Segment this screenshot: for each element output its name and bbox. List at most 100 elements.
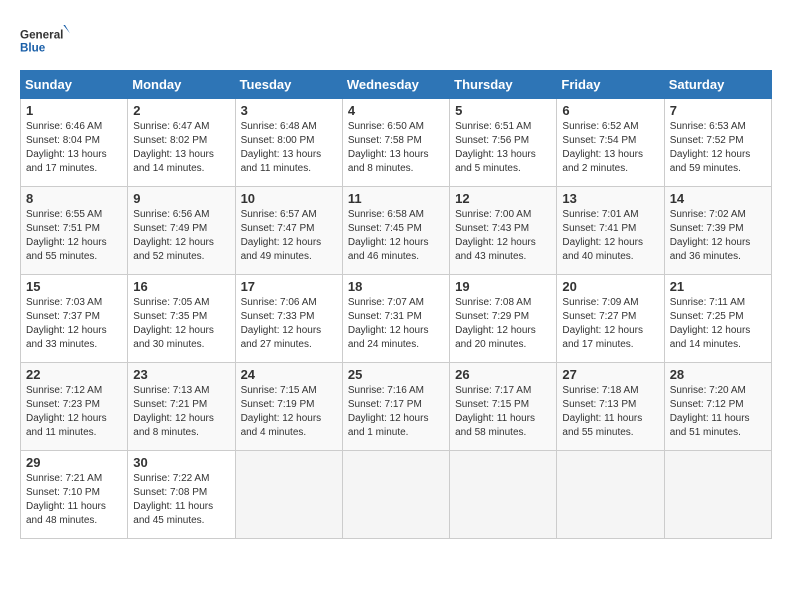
day-number: 23: [133, 367, 229, 382]
weekday-header-tuesday: Tuesday: [235, 71, 342, 99]
day-info: Sunrise: 7:06 AM Sunset: 7:33 PM Daylight:…: [241, 296, 337, 352]
sunrise: Sunrise: 7:02 AM: [670, 209, 746, 220]
daylight: Daylight: 12 hours and 27 minutes.: [241, 325, 322, 350]
daylight: Daylight: 12 hours and 11 minutes.: [26, 413, 107, 438]
day-number: 13: [562, 191, 658, 206]
sunset: Sunset: 7:45 PM: [348, 223, 422, 234]
sunset: Sunset: 7:37 PM: [26, 311, 100, 322]
calendar-cell: 3Sunrise: 6:48 AMSunset: 8:00 PMDaylight…: [235, 99, 342, 187]
day-number: 4: [348, 103, 444, 118]
daylight: Daylight: 12 hours and 14 minutes.: [670, 325, 751, 350]
calendar-cell: 6Sunrise: 6:52 AMSunset: 7:54 PMDaylight…: [557, 99, 664, 187]
daylight: Daylight: 12 hours and 40 minutes.: [562, 237, 643, 262]
day-info: Sunrise: 6:48 AMSunset: 8:00 PMDaylight:…: [241, 120, 337, 176]
sunrise: Sunrise: 7:15 AM: [241, 385, 317, 396]
weekday-header-sunday: Sunday: [21, 71, 128, 99]
calendar-cell: 15Sunrise: 7:03 AMSunset: 7:37 PMDayligh…: [21, 275, 128, 363]
daylight: Daylight: 12 hours and 24 minutes.: [348, 325, 429, 350]
day-number: 18: [348, 279, 444, 294]
day-number: 2: [133, 103, 229, 118]
day-info: Sunrise: 6:46 AMSunset: 8:04 PMDaylight:…: [26, 120, 122, 176]
daylight: Daylight: 12 hours and 4 minutes.: [241, 413, 322, 438]
day-info: Sunrise: 7:07 AMSunset: 7:31 PMDaylight:…: [348, 296, 444, 352]
calendar-cell: 5Sunrise: 6:51 AMSunset: 7:56 PMDaylight…: [450, 99, 557, 187]
calendar-cell: [664, 451, 771, 539]
calendar-cell: 30Sunrise: 7:22 AMSunset: 7:08 PMDayligh…: [128, 451, 235, 539]
day-number: 11: [348, 191, 444, 206]
calendar-cell: 2Sunrise: 6:47 AMSunset: 8:02 PMDaylight…: [128, 99, 235, 187]
day-info: Sunrise: 6:52 AMSunset: 7:54 PMDaylight:…: [562, 120, 658, 176]
page-header: General Blue: [20, 20, 772, 60]
calendar-cell: 17Sunrise: 7:06 AMSunset: 7:33 PMDayligh…: [235, 275, 342, 363]
sunset: Sunset: 7:23 PM: [26, 399, 100, 410]
sunset: Sunset: 7:33 PM: [241, 311, 315, 322]
sunset: Sunset: 7:19 PM: [241, 399, 315, 410]
day-info: Sunrise: 7:12 AMSunset: 7:23 PMDaylight:…: [26, 384, 122, 440]
sunrise: Sunrise: 7:06 AM: [241, 297, 317, 308]
day-info: Sunrise: 6:58 AMSunset: 7:45 PMDaylight:…: [348, 208, 444, 264]
calendar-cell: 26Sunrise: 7:17 AMSunset: 7:15 PMDayligh…: [450, 363, 557, 451]
sunset: Sunset: 7:25 PM: [670, 311, 744, 322]
sunset: Sunset: 7:49 PM: [133, 223, 207, 234]
daylight: Daylight: 12 hours and 1 minute.: [348, 413, 429, 438]
daylight: Daylight: 12 hours and 8 minutes.: [133, 413, 214, 438]
calendar-cell: 1Sunrise: 6:46 AMSunset: 8:04 PMDaylight…: [21, 99, 128, 187]
day-info: Sunrise: 7:00 AMSunset: 7:43 PMDaylight:…: [455, 208, 551, 264]
day-info: Sunrise: 7:02 AMSunset: 7:39 PMDaylight:…: [670, 208, 766, 264]
weekday-header-friday: Friday: [557, 71, 664, 99]
sunset: Sunset: 7:52 PM: [670, 135, 744, 146]
sunrise: Sunrise: 6:56 AM: [133, 209, 209, 220]
day-number: 20: [562, 279, 658, 294]
sunrise: Sunrise: 7:20 AM: [670, 385, 746, 396]
sunset: Sunset: 7:10 PM: [26, 487, 100, 498]
day-number: 30: [133, 455, 229, 470]
sunset: Sunset: 7:13 PM: [562, 399, 636, 410]
logo: General Blue: [20, 20, 70, 60]
sunset: Sunset: 8:04 PM: [26, 135, 100, 146]
calendar-cell: 12 Sunrise: 7:00 AMSunset: 7:43 PMDayligh…: [450, 187, 557, 275]
sunrise: Sunrise: 7:05 AM: [133, 297, 209, 308]
day-number: 16: [133, 279, 229, 294]
sunrise: Sunrise: 6:51 AM: [455, 121, 531, 132]
day-info: Sunrise: 7:21 AMSunset: 7:10 PMDaylight:…: [26, 472, 122, 528]
day-number: 25: [348, 367, 444, 382]
calendar-cell: 22Sunrise: 7:12 AMSunset: 7:23 PMDayligh…: [21, 363, 128, 451]
day-number: 9: [133, 191, 229, 206]
day-number: 12: [455, 191, 551, 206]
sunrise: Sunrise: 6:52 AM: [562, 121, 638, 132]
sunrise: Sunrise: 7:07 AM: [348, 297, 424, 308]
svg-text:General: General: [20, 28, 63, 41]
sunset: Sunset: 7:21 PM: [133, 399, 207, 410]
sunrise: Sunrise: 7:08 AM: [455, 297, 531, 308]
sunset: Sunset: 7:12 PM: [670, 399, 744, 410]
day-number: 8: [26, 191, 122, 206]
day-info: Sunrise: 7:18 AMSunset: 7:13 PMDaylight:…: [562, 384, 658, 440]
sunrise: Sunrise: 7:03 AM: [26, 297, 102, 308]
calendar-cell: 23 Sunrise: 7:13 AMSunset: 7:21 PMDayligh…: [128, 363, 235, 451]
daylight: Daylight: 12 hours and 59 minutes.: [670, 149, 751, 174]
calendar-cell: [557, 451, 664, 539]
sunrise: Sunrise: 7:17 AM: [455, 385, 531, 396]
day-info: Sunrise: 7:05 AMSunset: 7:35 PMDaylight:…: [133, 296, 229, 352]
sunset: Sunset: 7:47 PM: [241, 223, 315, 234]
calendar-row: 22Sunrise: 7:12 AMSunset: 7:23 PMDayligh…: [21, 363, 772, 451]
daylight: Daylight: 12 hours and 36 minutes.: [670, 237, 751, 262]
calendar-cell: 19Sunrise: 7:08 AMSunset: 7:29 PMDayligh…: [450, 275, 557, 363]
sunset: Sunset: 7:15 PM: [455, 399, 529, 410]
calendar-cell: 20Sunrise: 7:09 AMSunset: 7:27 PMDayligh…: [557, 275, 664, 363]
sunrise: Sunrise: 6:57 AM: [241, 209, 317, 220]
sunset: Sunset: 7:41 PM: [562, 223, 636, 234]
day-info: Sunrise: 6:55 AMSunset: 7:51 PMDaylight:…: [26, 208, 122, 264]
daylight: Daylight: 11 hours and 45 minutes.: [133, 501, 213, 526]
sunset: Sunset: 7:51 PM: [26, 223, 100, 234]
daylight: Daylight: 12 hours and 49 minutes.: [241, 237, 322, 262]
daylight: Daylight: 13 hours and 8 minutes.: [348, 149, 429, 174]
calendar-cell: 10Sunrise: 6:57 AMSunset: 7:47 PMDayligh…: [235, 187, 342, 275]
day-info: Sunrise: 6:56 AMSunset: 7:49 PMDaylight:…: [133, 208, 229, 264]
calendar-row: 1Sunrise: 6:46 AMSunset: 8:04 PMDaylight…: [21, 99, 772, 187]
calendar-cell: 27Sunrise: 7:18 AMSunset: 7:13 PMDayligh…: [557, 363, 664, 451]
calendar-cell: 28Sunrise: 7:20 AMSunset: 7:12 PMDayligh…: [664, 363, 771, 451]
day-info: Sunrise: 7:13 AMSunset: 7:21 PMDaylight:…: [133, 384, 229, 440]
sunset: Sunset: 7:58 PM: [348, 135, 422, 146]
daylight: Daylight: 12 hours and 55 minutes.: [26, 237, 107, 262]
